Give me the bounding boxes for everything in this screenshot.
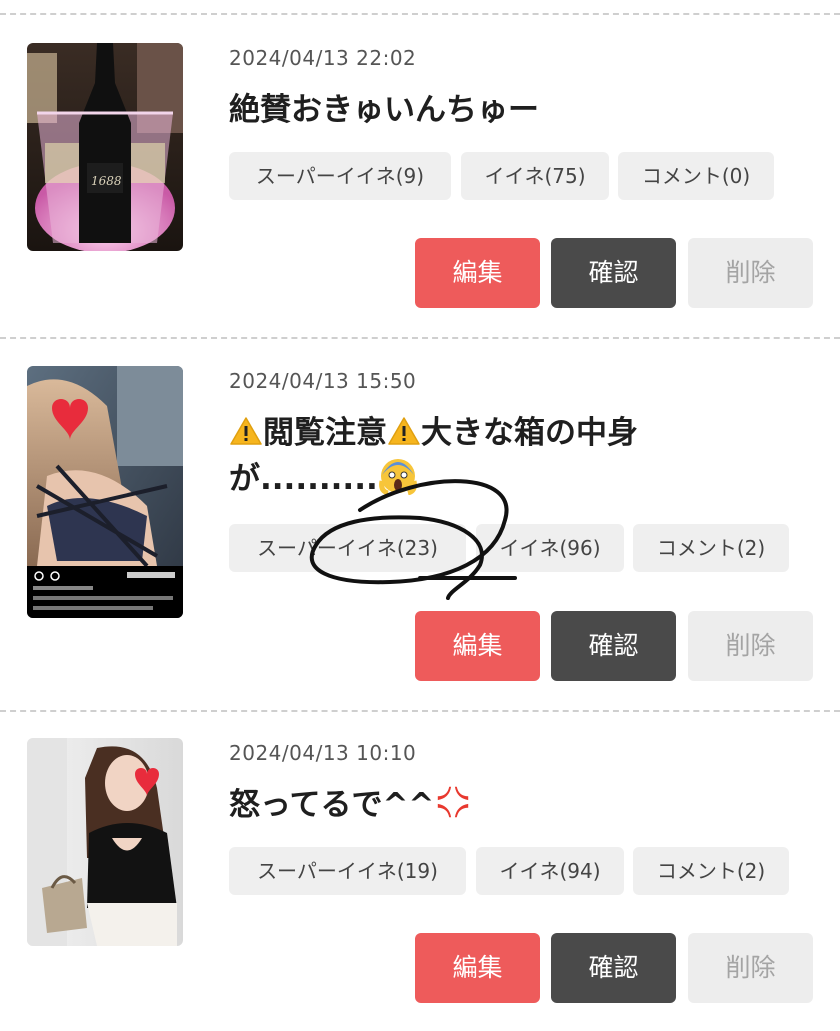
edit-button[interactable]: 編集 [415, 611, 540, 681]
top-divider [0, 13, 840, 15]
post-title[interactable]: 怒ってるで^^ [229, 783, 809, 833]
super-like-button[interactable]: スーパーイイネ(23) [229, 524, 466, 572]
title-text: 大きな箱の中身 [421, 415, 638, 451]
post-title[interactable]: 絶賛おきゅいんちゅー [229, 88, 809, 132]
delete-button[interactable]: 削除 [688, 238, 813, 308]
edit-button[interactable]: 編集 [415, 933, 540, 1003]
post-date: 2024/04/13 10:10 [229, 741, 417, 765]
post-date: 2024/04/13 15:50 [229, 369, 417, 393]
post-thumbnail[interactable] [27, 738, 183, 946]
post-date: 2024/04/13 22:02 [229, 46, 417, 70]
warning-icon [229, 414, 263, 445]
anger-symbol-icon [434, 783, 472, 833]
post-thumbnail[interactable] [27, 366, 183, 618]
post-divider [0, 710, 840, 712]
screaming-face-icon [378, 455, 418, 507]
like-button[interactable]: イイネ(75) [461, 152, 609, 200]
title-text: 怒ってるで^^ [229, 787, 435, 823]
post-thumbnail[interactable]: 1688 [27, 43, 183, 251]
super-like-button[interactable]: スーパーイイネ(19) [229, 847, 466, 895]
warning-icon [387, 414, 421, 445]
title-text: が.......... [229, 461, 378, 497]
svg-text:1688: 1688 [91, 174, 122, 188]
like-button[interactable]: イイネ(94) [476, 847, 624, 895]
edit-button[interactable]: 編集 [415, 238, 540, 308]
delete-button[interactable]: 削除 [688, 933, 813, 1003]
confirm-button[interactable]: 確認 [551, 933, 676, 1003]
super-like-button[interactable]: スーパーイイネ(9) [229, 152, 451, 200]
confirm-button[interactable]: 確認 [551, 611, 676, 681]
comment-button[interactable]: コメント(0) [618, 152, 774, 200]
comment-button[interactable]: コメント(2) [633, 524, 789, 572]
post-title[interactable]: 閲覧注意 大きな箱の中身 が.......... [229, 411, 809, 507]
confirm-button[interactable]: 確認 [551, 238, 676, 308]
delete-button[interactable]: 削除 [688, 611, 813, 681]
comment-button[interactable]: コメント(2) [633, 847, 789, 895]
title-text: 閲覧注意 [263, 415, 387, 451]
post-divider [0, 337, 840, 339]
like-button[interactable]: イイネ(96) [476, 524, 624, 572]
